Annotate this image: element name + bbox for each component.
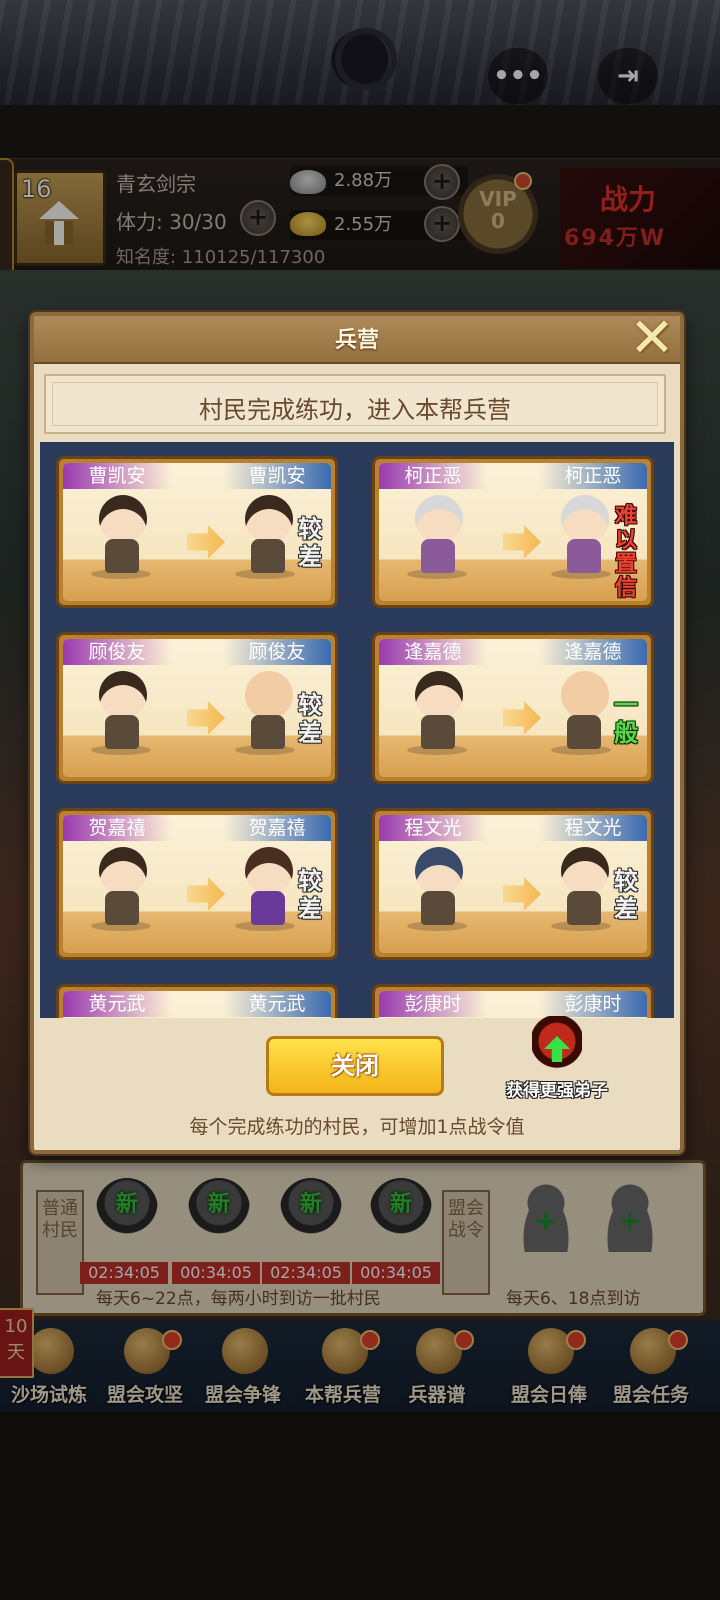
get-stronger-label: 获得更强弟子: [506, 1081, 608, 1101]
grade-label: 一般: [614, 691, 638, 747]
modal-footer: 关闭 获得更强弟子 每个完成练功的村民，可增加1点战令值: [34, 1016, 680, 1146]
arrow-right-icon: [187, 701, 225, 735]
villager-name: 程文光: [379, 815, 487, 841]
arrow-right-icon: [503, 877, 541, 911]
villager-list[interactable]: 曹凯安 曹凯安较差柯正恶 柯正恶 难以 置信 顾俊友 顾俊友较差逢嘉德 逢嘉德一般贺嘉禧 贺嘉禧…: [40, 442, 674, 1018]
disciple-name: 顾俊友: [223, 639, 331, 665]
arrow-right-icon: [187, 525, 225, 559]
villager-portrait: [93, 495, 151, 579]
villager-name: 柯正恶: [379, 463, 487, 489]
disciple-name: 彭康时: [539, 991, 647, 1017]
card-inner: 逢嘉德 逢嘉德一般: [379, 639, 647, 777]
grade-label: 较差: [614, 867, 638, 923]
disciple-portrait: [239, 847, 297, 931]
villager-portrait: [93, 671, 151, 755]
subtitle-box: 村民完成练功，进入本帮兵营: [44, 374, 666, 434]
arrow-right-icon: [503, 525, 541, 559]
modal-subtitle: 村民完成练功，进入本帮兵营: [199, 396, 511, 424]
disciple-portrait: [239, 495, 297, 579]
close-button[interactable]: 关闭: [266, 1036, 444, 1096]
villager-name: 贺嘉禧: [63, 815, 171, 841]
grade-label: 较差: [298, 691, 322, 747]
get-stronger-disciple-button[interactable]: 获得更强弟子: [492, 1016, 622, 1104]
disciple-name: 程文光: [539, 815, 647, 841]
villager-name: 曹凯安: [63, 463, 171, 489]
villager-card[interactable]: 柯正恶 柯正恶难以 置信: [372, 456, 654, 608]
villager-name: 彭康时: [379, 991, 487, 1017]
card-inner: 程文光 程文光较差: [379, 815, 647, 953]
villager-name: 黄元武: [63, 991, 171, 1017]
villager-portrait: [93, 847, 151, 931]
villager-portrait: [409, 847, 467, 931]
villager-card[interactable]: 顾俊友 顾俊友较差: [56, 632, 338, 784]
disciple-name: 黄元武: [223, 991, 331, 1017]
arrow-right-icon: [187, 877, 225, 911]
card-inner: 柯正恶 柯正恶难以 置信: [379, 463, 647, 601]
close-icon[interactable]: ✕: [622, 310, 682, 366]
disciple-name: 柯正恶: [539, 463, 647, 489]
card-inner: 贺嘉禧 贺嘉禧较差: [63, 815, 331, 953]
villager-name: 逢嘉德: [379, 639, 487, 665]
modal-title: 兵营: [334, 328, 379, 353]
disciple-portrait: [239, 671, 297, 755]
villager-card[interactable]: 彭康时 彭康时: [372, 984, 654, 1018]
villager-card[interactable]: 曹凯安 曹凯安较差: [56, 456, 338, 608]
grade-label: 难以 置信: [614, 504, 637, 601]
barracks-modal: 兵营 ✕ 村民完成练功，进入本帮兵营 曹凯安 曹凯安较差 柯正恶 柯正恶难以 置信顾俊友…: [30, 310, 684, 1154]
villager-card[interactable]: 贺嘉禧 贺嘉禧较差: [56, 808, 338, 960]
villager-card[interactable]: 逢嘉德 逢嘉德一般: [372, 632, 654, 784]
modal-header: 兵营: [34, 316, 680, 364]
footer-note: 每个完成练功的村民，可增加1点战令值: [189, 1116, 525, 1138]
villager-name: 顾俊友: [63, 639, 171, 665]
villager-card[interactable]: 黄元武 黄元武: [56, 984, 338, 1018]
villager-card[interactable]: 程文光 程文光较差: [372, 808, 654, 960]
villager-portrait: [409, 671, 467, 755]
card-inner: 顾俊友 顾俊友较差: [63, 639, 331, 777]
arrow-right-icon: [503, 701, 541, 735]
villager-portrait: [409, 495, 467, 579]
card-inner: 黄元武 黄元武: [63, 991, 331, 1018]
disciple-name: 逢嘉德: [539, 639, 647, 665]
disciple-portrait: [555, 495, 613, 579]
card-inner: 曹凯安 曹凯安较差: [63, 463, 331, 601]
disciple-name: 曹凯安: [223, 463, 331, 489]
disciple-portrait: [555, 671, 613, 755]
grade-label: 较差: [298, 515, 322, 571]
disciple-portrait: [555, 847, 613, 931]
card-inner: 彭康时 彭康时: [379, 991, 647, 1018]
grade-label: 较差: [298, 867, 322, 923]
disciple-name: 贺嘉禧: [223, 815, 331, 841]
